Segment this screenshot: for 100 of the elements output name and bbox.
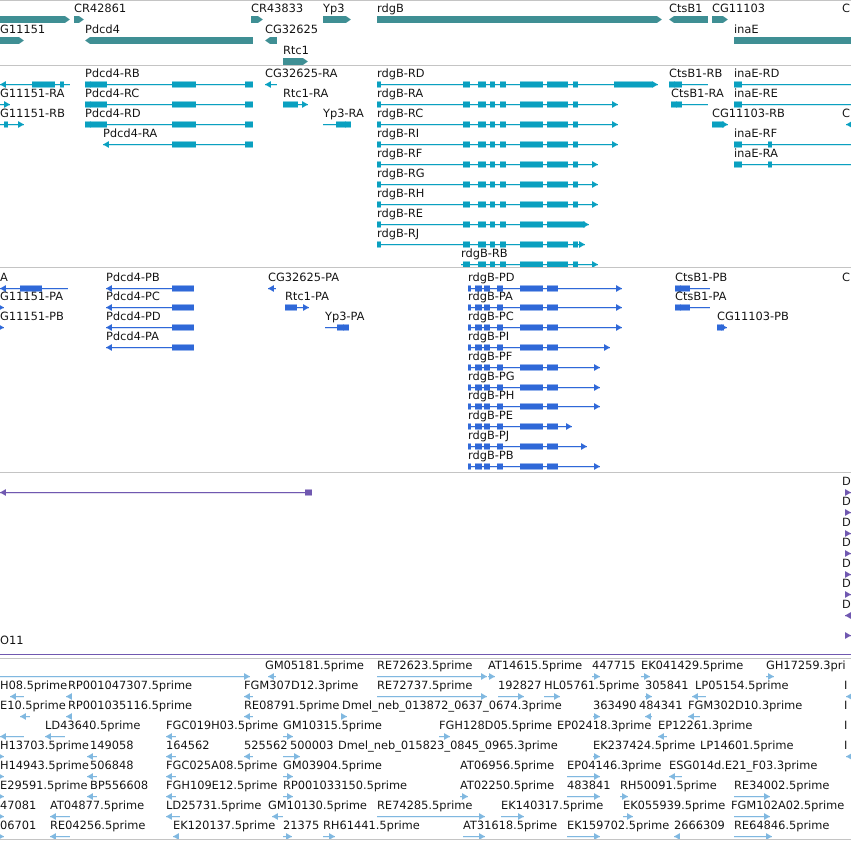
est-glyph[interactable]: [87, 792, 97, 800]
transcript-glyph[interactable]: [0, 120, 24, 128]
gene-glyph[interactable]: [74, 14, 84, 24]
est-glyph[interactable]: [658, 732, 667, 740]
gene-glyph[interactable]: [377, 14, 662, 24]
alignment-glyph[interactable]: [845, 549, 851, 558]
est-glyph[interactable]: [0, 792, 4, 800]
est-glyph[interactable]: [66, 712, 70, 720]
est-glyph[interactable]: [50, 832, 70, 839]
est-glyph[interactable]: [766, 672, 774, 680]
est-glyph[interactable]: [283, 732, 293, 740]
est-glyph[interactable]: [641, 672, 650, 680]
transcript-glyph[interactable]: [85, 100, 253, 108]
est-glyph[interactable]: [66, 692, 70, 700]
alignment-glyph[interactable]: [0, 488, 312, 496]
transcript-glyph[interactable]: [734, 140, 851, 148]
est-glyph[interactable]: [283, 752, 300, 760]
protein-glyph[interactable]: [675, 284, 710, 292]
est-glyph[interactable]: [692, 692, 706, 700]
est-glyph[interactable]: [439, 732, 450, 740]
est-glyph[interactable]: [173, 832, 178, 839]
transcript-glyph[interactable]: [377, 220, 589, 228]
gene-glyph[interactable]: [283, 56, 308, 65]
alignment-glyph[interactable]: [845, 488, 851, 496]
est-glyph[interactable]: [323, 832, 335, 839]
est-glyph[interactable]: [283, 772, 293, 780]
transcript-glyph[interactable]: [377, 160, 598, 168]
transcript-glyph[interactable]: [734, 80, 851, 88]
est-glyph[interactable]: [645, 712, 652, 720]
transcript-glyph[interactable]: [377, 200, 598, 208]
transcript-glyph[interactable]: [0, 80, 70, 88]
transcript-glyph[interactable]: [671, 100, 708, 108]
transcript-glyph[interactable]: [377, 120, 618, 128]
est-glyph[interactable]: [567, 832, 600, 839]
est-glyph[interactable]: [734, 812, 770, 820]
est-glyph[interactable]: [460, 792, 468, 800]
est-glyph[interactable]: [620, 792, 628, 800]
transcript-glyph[interactable]: [377, 140, 618, 148]
transcript-glyph[interactable]: [377, 80, 658, 88]
est-glyph[interactable]: [166, 752, 176, 760]
est-glyph[interactable]: [688, 712, 700, 720]
transcript-glyph[interactable]: [0, 100, 10, 108]
gene-glyph[interactable]: [669, 14, 708, 24]
protein-glyph[interactable]: [0, 284, 68, 292]
est-glyph[interactable]: [244, 692, 253, 700]
est-glyph[interactable]: [20, 712, 30, 720]
est-glyph[interactable]: [50, 812, 70, 820]
est-glyph[interactable]: [623, 812, 633, 820]
est-glyph[interactable]: [377, 692, 487, 700]
gene-glyph[interactable]: [0, 36, 24, 44]
transcript-glyph[interactable]: [461, 260, 598, 267]
est-glyph[interactable]: [463, 832, 485, 839]
est-glyph[interactable]: [593, 712, 600, 720]
est-glyph[interactable]: [501, 812, 524, 820]
est-glyph[interactable]: [674, 832, 680, 839]
transcript-glyph[interactable]: [85, 120, 253, 128]
transcript-glyph[interactable]: [265, 80, 277, 88]
est-glyph[interactable]: [272, 812, 283, 820]
est-glyph[interactable]: [488, 672, 495, 680]
transcript-glyph[interactable]: [377, 240, 585, 248]
est-glyph[interactable]: [166, 812, 180, 820]
est-glyph[interactable]: [567, 772, 600, 780]
est-glyph[interactable]: [87, 772, 97, 780]
est-glyph[interactable]: [342, 712, 347, 720]
est-glyph[interactable]: [592, 672, 600, 680]
est-glyph[interactable]: [0, 832, 4, 839]
est-glyph[interactable]: [544, 692, 560, 700]
est-glyph[interactable]: [244, 752, 253, 760]
alignment-glyph[interactable]: [847, 631, 851, 640]
est-glyph[interactable]: [645, 692, 652, 700]
est-glyph[interactable]: [377, 672, 487, 680]
transcript-glyph[interactable]: [377, 180, 598, 188]
est-glyph[interactable]: [0, 732, 24, 740]
gene-glyph[interactable]: [734, 36, 851, 44]
est-glyph[interactable]: [593, 752, 600, 760]
transcript-glyph[interactable]: [734, 160, 851, 168]
est-glyph[interactable]: [166, 732, 176, 740]
est-glyph[interactable]: [0, 812, 4, 820]
alignment-glyph[interactable]: [845, 570, 851, 578]
alignment-glyph[interactable]: [845, 528, 851, 538]
gene-glyph[interactable]: [265, 36, 277, 44]
est-glyph[interactable]: [166, 772, 176, 780]
transcript-glyph[interactable]: [283, 100, 308, 108]
est-glyph[interactable]: [0, 672, 250, 680]
est-glyph[interactable]: [669, 772, 682, 780]
gene-glyph[interactable]: [251, 14, 263, 24]
transcript-glyph[interactable]: [85, 80, 253, 88]
gene-glyph[interactable]: [85, 36, 253, 44]
est-glyph[interactable]: [268, 672, 276, 680]
gene-glyph[interactable]: [0, 14, 70, 24]
transcript-glyph[interactable]: [712, 120, 728, 128]
protein-glyph[interactable]: [0, 303, 4, 312]
transcript-glyph[interactable]: [103, 140, 253, 148]
est-glyph[interactable]: [87, 752, 97, 760]
est-glyph[interactable]: [567, 792, 600, 800]
alignment-glyph[interactable]: [845, 508, 851, 517]
est-glyph[interactable]: [244, 712, 253, 720]
transcript-glyph[interactable]: [323, 120, 351, 128]
est-glyph[interactable]: [166, 792, 176, 800]
est-glyph[interactable]: [283, 832, 292, 839]
